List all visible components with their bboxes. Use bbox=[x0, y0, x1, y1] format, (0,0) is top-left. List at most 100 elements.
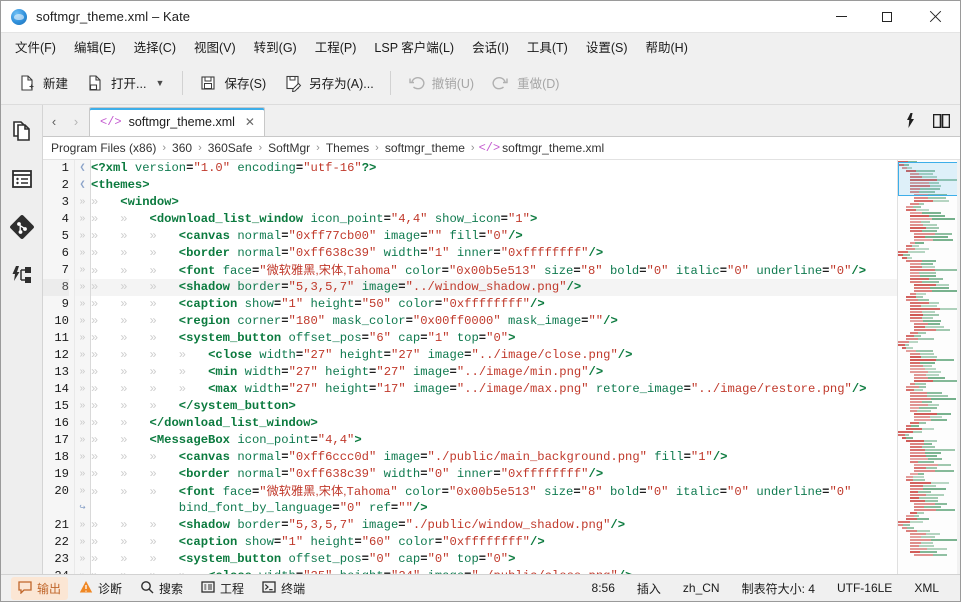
sidebar-item-documents[interactable] bbox=[7, 117, 37, 147]
tab-label: softmgr_theme.xml bbox=[128, 115, 235, 129]
menu-goto[interactable]: 转到(G) bbox=[245, 33, 306, 60]
left-tool-sidebar bbox=[1, 105, 43, 574]
project-icon bbox=[201, 580, 215, 597]
menu-bar: 文件(F) 编辑(E) 选择(C) 视图(V) 转到(G) 工程(P) LSP … bbox=[1, 33, 960, 61]
sidebar-item-git[interactable] bbox=[7, 213, 37, 243]
breadcrumb-file[interactable]: softmgr_theme.xml bbox=[500, 141, 606, 155]
output-icon bbox=[18, 580, 32, 597]
title-bar: softmgr_theme.xml – Kate bbox=[1, 1, 960, 33]
chevron-down-icon[interactable]: ▼ bbox=[153, 74, 166, 92]
breadcrumb-item-4[interactable]: Themes bbox=[324, 141, 371, 155]
window-title: softmgr_theme.xml – Kate bbox=[36, 9, 191, 24]
menu-view[interactable]: 视图(V) bbox=[185, 33, 245, 60]
redo-button-label: 重做(D) bbox=[517, 77, 560, 91]
code-text-area[interactable]: <?xml version="1.0" encoding="utf-16"?> <… bbox=[91, 160, 897, 574]
close-button[interactable] bbox=[910, 1, 960, 32]
main-toolbar: 新建 打开... ▼ 保存(S) 另存为(A)... 撤销(U) 重做(D) bbox=[1, 61, 960, 105]
main-area: ‹ › </> softmgr_theme.xml ✕ Program File… bbox=[1, 105, 960, 574]
new-button-label: 新建 bbox=[43, 77, 69, 91]
terminal-icon bbox=[262, 580, 276, 597]
toolbar-separator-2 bbox=[389, 70, 391, 95]
editor-column: ‹ › </> softmgr_theme.xml ✕ Program File… bbox=[43, 105, 960, 574]
code-editor[interactable]: 1234567891011121314151617181920212223242… bbox=[43, 160, 960, 574]
status-tool-project[interactable]: 工程 bbox=[194, 577, 251, 600]
redo-button[interactable]: 重做(D) bbox=[483, 68, 568, 97]
status-highlight-mode[interactable]: XML bbox=[903, 581, 950, 595]
open-button-label: 打开... bbox=[111, 77, 147, 91]
menu-tools[interactable]: 工具(T) bbox=[518, 33, 577, 60]
save-button-label: 保存(S) bbox=[224, 77, 267, 91]
document-tab-bar: ‹ › </> softmgr_theme.xml ✕ bbox=[43, 105, 960, 137]
breadcrumb-item-1[interactable]: 360 bbox=[170, 141, 194, 155]
status-tool-diagnostics-label: 诊断 bbox=[98, 581, 123, 596]
folding-gutter[interactable]: ❮❮»»»»»»»»»»»»»»»»»»↪»»»»»»»»» bbox=[75, 160, 91, 574]
breadcrumb-separator: › bbox=[162, 142, 167, 154]
diagnostics-warning-icon bbox=[79, 580, 93, 597]
undo-button-label: 撤销(U) bbox=[431, 77, 475, 91]
maximize-icon bbox=[882, 11, 892, 22]
tab-prev-button[interactable]: ‹ bbox=[43, 107, 65, 136]
status-encoding[interactable]: UTF-16LE bbox=[826, 581, 903, 595]
menu-edit[interactable]: 编辑(E) bbox=[65, 33, 125, 60]
breadcrumb-separator: › bbox=[470, 142, 475, 154]
breadcrumb-item-5[interactable]: softmgr_theme bbox=[383, 141, 467, 155]
status-tool-diagnostics[interactable]: 诊断 bbox=[72, 577, 129, 600]
line-number-gutter: 1234567891011121314151617181920212223242… bbox=[43, 160, 75, 574]
vertical-scrollbar[interactable] bbox=[957, 160, 960, 574]
save-as-icon bbox=[284, 74, 302, 92]
line-numbers: 1234567891011121314151617181920212223242… bbox=[43, 160, 69, 574]
status-input-mode[interactable]: 插入 bbox=[626, 580, 672, 597]
xml-file-icon: </> bbox=[478, 141, 501, 155]
split-view-icon[interactable] bbox=[933, 113, 950, 128]
status-cursor-position[interactable]: 8:56 bbox=[581, 581, 626, 595]
breadcrumb-item-0[interactable]: Program Files (x86) bbox=[49, 141, 158, 155]
menu-settings[interactable]: 设置(S) bbox=[577, 33, 637, 60]
filesystem-browser-icon bbox=[10, 167, 34, 194]
menu-lsp-client[interactable]: LSP 客户端(L) bbox=[365, 33, 463, 60]
tab-close-icon[interactable]: ✕ bbox=[245, 115, 255, 129]
status-tool-search[interactable]: 搜索 bbox=[133, 577, 190, 600]
close-icon bbox=[929, 11, 941, 23]
sidebar-item-lsp-client[interactable] bbox=[7, 261, 37, 291]
menu-help[interactable]: 帮助(H) bbox=[637, 33, 697, 60]
lsp-client-icon bbox=[10, 263, 34, 290]
menu-file[interactable]: 文件(F) bbox=[6, 33, 65, 60]
breadcrumb-separator: › bbox=[198, 142, 202, 154]
new-button[interactable]: 新建 bbox=[9, 68, 77, 97]
tab-bar-actions bbox=[904, 105, 960, 136]
tab-softmgr-theme-xml[interactable]: </> softmgr_theme.xml ✕ bbox=[89, 107, 265, 136]
minimap-scrollbar[interactable] bbox=[897, 160, 960, 574]
open-file-icon bbox=[86, 74, 104, 92]
xml-file-icon: </> bbox=[100, 115, 122, 129]
code-lines: <?xml version="1.0" encoding="utf-16"?> <… bbox=[91, 160, 897, 574]
kate-app-icon bbox=[11, 8, 27, 25]
undo-button[interactable]: 撤销(U) bbox=[398, 68, 483, 97]
breadcrumb-item-2[interactable]: 360Safe bbox=[206, 141, 255, 155]
minimap-viewport[interactable] bbox=[898, 162, 960, 196]
tab-next-button[interactable]: › bbox=[65, 107, 87, 136]
status-tool-output[interactable]: 输出 bbox=[11, 576, 69, 600]
sidebar-item-filesystem[interactable] bbox=[7, 165, 37, 195]
status-tool-terminal-label: 终端 bbox=[281, 581, 306, 596]
breadcrumb-item-3[interactable]: SoftMgr bbox=[266, 141, 312, 155]
menu-project[interactable]: 工程(P) bbox=[306, 33, 366, 60]
status-tool-terminal[interactable]: 终端 bbox=[255, 577, 312, 600]
maximize-button[interactable] bbox=[864, 1, 910, 32]
kate-window: softmgr_theme.xml – Kate 文件(F) 编辑(E) 选择(… bbox=[0, 0, 961, 602]
documents-icon bbox=[10, 119, 34, 146]
menu-sessions[interactable]: 会话(I) bbox=[463, 33, 518, 60]
minimize-button[interactable] bbox=[818, 1, 864, 32]
menu-selection[interactable]: 选择(C) bbox=[125, 33, 185, 60]
lsp-status-icon[interactable] bbox=[904, 113, 917, 128]
status-tool-project-label: 工程 bbox=[220, 581, 245, 596]
save-button[interactable]: 保存(S) bbox=[190, 68, 275, 97]
status-dictionary[interactable]: zh_CN bbox=[672, 581, 731, 595]
minimap-rows bbox=[898, 160, 960, 556]
undo-icon bbox=[407, 74, 425, 92]
folding-marks: ❮❮»»»»»»»»»»»»»»»»»»↪»»»»»»»»» bbox=[75, 160, 90, 574]
save-as-button-label: 另存为(A)... bbox=[309, 77, 374, 91]
open-button[interactable]: 打开... ▼ bbox=[77, 68, 175, 97]
status-tab-width[interactable]: 制表符大小: 4 bbox=[731, 580, 826, 597]
save-as-button[interactable]: 另存为(A)... bbox=[275, 68, 383, 97]
breadcrumb-separator: › bbox=[375, 142, 379, 154]
